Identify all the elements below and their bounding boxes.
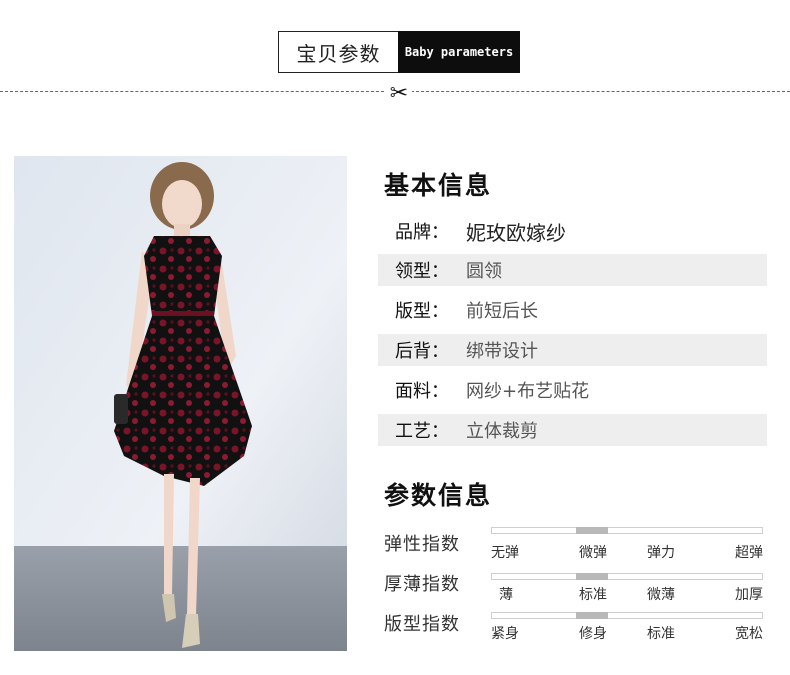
param-tick: 薄 (499, 587, 513, 603)
param-label-elasticity: 弹性指数 (384, 534, 460, 555)
param-tick: 微弹 (579, 545, 607, 561)
param-tick: 标准 (647, 626, 675, 642)
scissors-icon: ✂ (386, 80, 412, 106)
param-tick: 无弹 (491, 545, 519, 561)
param-tick: 微薄 (647, 587, 675, 603)
banner-title-en: Baby parameters (398, 31, 520, 73)
info-key: 面料： (395, 381, 449, 402)
info-row-brand: 品牌： 妮玫欧嫁纱 (378, 215, 767, 247)
info-row-back: 后背： 绑带设计 (378, 334, 767, 366)
param-ticks-thickness: 薄 标准 微薄 加厚 (491, 584, 763, 604)
product-photo (14, 156, 347, 651)
basic-info-title: 基本信息 (384, 171, 493, 200)
section-banner: 宝贝参数 Baby parameters (278, 31, 520, 73)
info-value: 前短后长 (466, 301, 538, 322)
param-bar-marker (576, 573, 608, 580)
param-label-thickness: 厚薄指数 (384, 574, 460, 595)
info-key: 版型： (395, 301, 449, 322)
param-bar-marker (576, 612, 608, 619)
param-bar-elasticity (491, 527, 763, 534)
param-bar-marker (576, 527, 608, 534)
param-tick: 弹力 (647, 545, 675, 561)
param-tick: 紧身 (491, 626, 519, 642)
param-tick: 超弹 (735, 545, 763, 561)
param-ticks-elasticity: 无弹 微弹 弹力 超弹 (491, 542, 763, 562)
param-bar-thickness (491, 573, 763, 580)
param-ticks-fit: 紧身 修身 标准 宽松 (491, 623, 763, 643)
param-tick: 宽松 (735, 626, 763, 642)
info-key: 后背： (395, 341, 449, 362)
param-tick: 加厚 (735, 587, 763, 603)
info-value: 妮玫欧嫁纱 (466, 220, 566, 245)
params-title: 参数信息 (384, 481, 493, 510)
info-value: 网纱+布艺贴花 (466, 381, 590, 402)
info-row-collar: 领型： 圆领 (378, 254, 767, 286)
info-value: 立体裁剪 (466, 421, 538, 442)
info-key: 工艺： (395, 421, 449, 442)
info-value: 绑带设计 (466, 341, 538, 362)
param-tick: 修身 (579, 626, 607, 642)
info-row-craft: 工艺： 立体裁剪 (378, 414, 767, 446)
banner-title-cn: 宝贝参数 (278, 31, 398, 73)
info-row-fit: 版型： 前短后长 (378, 294, 767, 326)
param-label-fit: 版型指数 (384, 614, 460, 635)
info-value: 圆领 (466, 261, 502, 282)
info-key: 领型： (395, 261, 449, 282)
info-row-fabric: 面料： 网纱+布艺贴花 (378, 374, 767, 406)
info-key: 品牌： (395, 222, 449, 243)
param-tick: 标准 (579, 587, 607, 603)
param-bar-fit (491, 612, 763, 619)
